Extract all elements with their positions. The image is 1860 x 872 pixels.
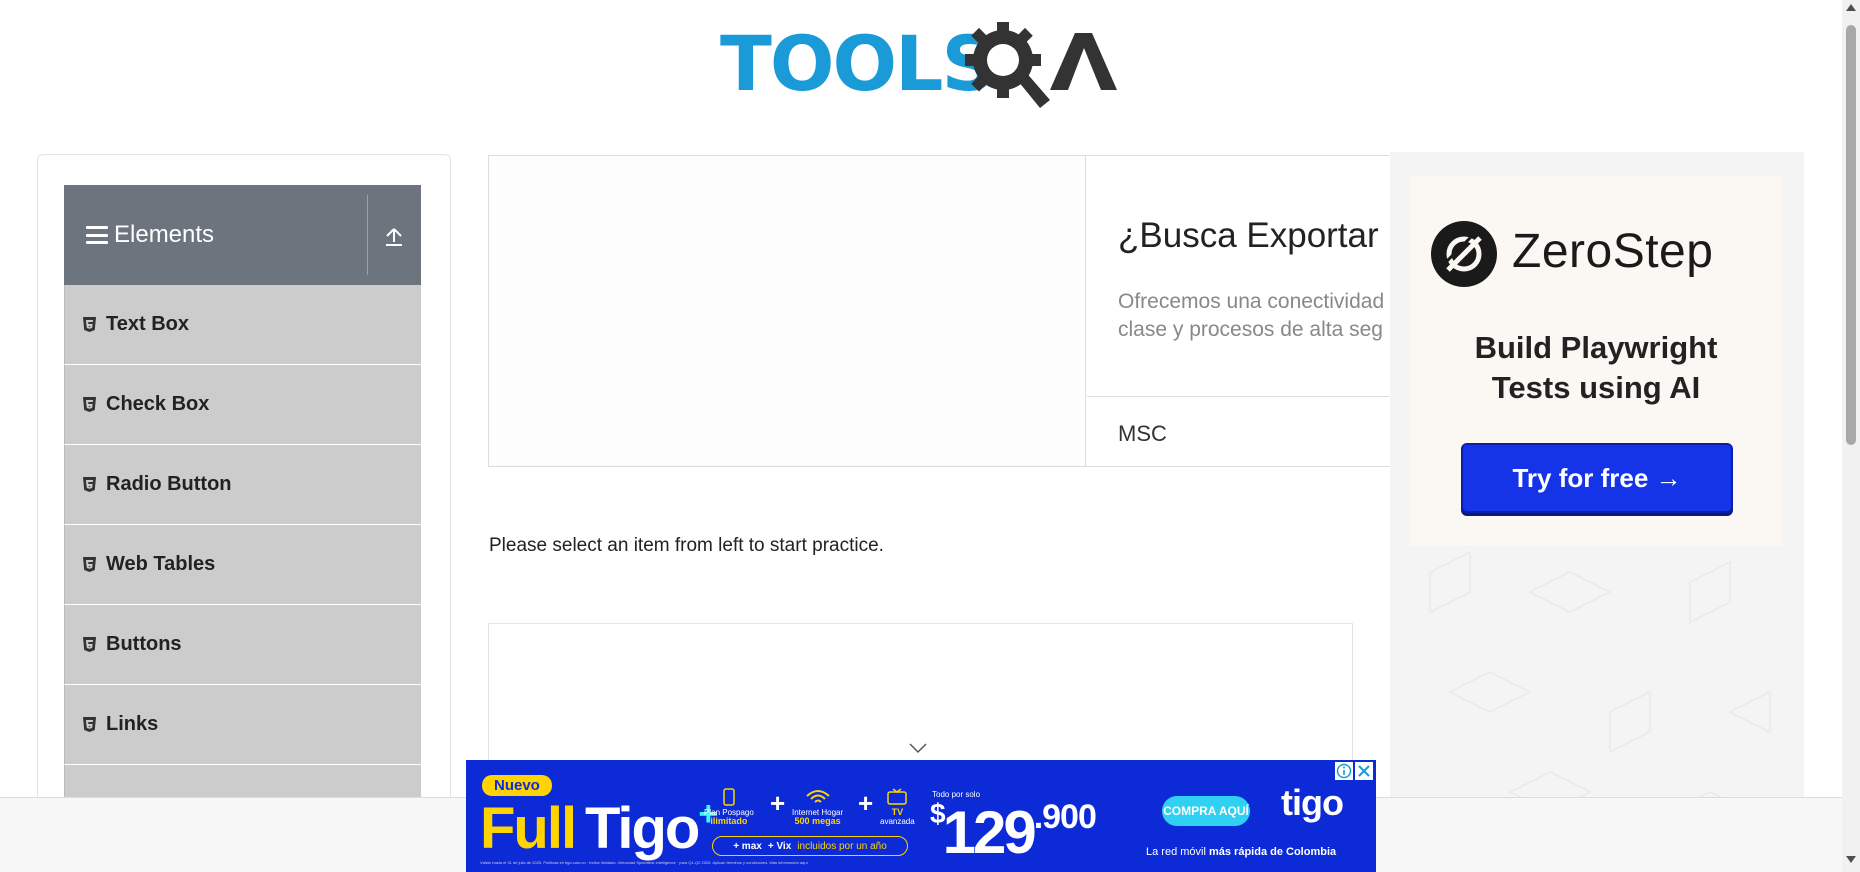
html5-icon — [83, 557, 96, 572]
elements-group-header[interactable]: Elements — [64, 185, 421, 285]
banner-tagline: La red móvil más rápida de Colombia — [1146, 846, 1336, 858]
collapse-arrow-icon[interactable] — [382, 225, 406, 249]
right-advertisement[interactable]: ZeroStep Build Playwright Tests using AI… — [1390, 152, 1804, 872]
toolsqa-logo[interactable]: TOOLS — [720, 18, 1125, 113]
bottom-banner-ad[interactable]: Nuevo Full Tigo+ Plan Pospago ilimitado +… — [466, 760, 1376, 872]
tv-icon — [887, 788, 908, 805]
sidebar-item-label: Text Box — [106, 313, 189, 335]
banner-fine-print: Válido hasta el 31 de julio de 2025. Pol… — [480, 860, 808, 865]
sidebar-item-radio-button[interactable]: Radio Button — [64, 445, 421, 525]
price-currency: $ — [930, 798, 945, 829]
tigo-logo: tigo — [1281, 782, 1344, 823]
ad-tagline-line: Build Playwright — [1474, 330, 1718, 365]
ad-tagline: Build Playwright Tests using AI — [1410, 328, 1782, 408]
logo-text-tools: TOOLS — [720, 19, 994, 108]
sidebar-item-label: Radio Button — [106, 473, 232, 495]
sidebar-item-label: Web Tables — [106, 553, 216, 575]
banner-feature-phone: Plan Pospago ilimitado — [704, 788, 754, 826]
banner-title: Full Tigo+ — [480, 795, 718, 862]
banner-title-full: Full — [480, 796, 577, 861]
top-advertisement[interactable]: ¿Busca Exportar Ofrecemos una conectivid… — [488, 155, 1393, 467]
html5-icon — [83, 717, 96, 732]
scroll-up-arrow-icon[interactable] — [1846, 4, 1856, 11]
banner-price: $129.900 — [930, 798, 1097, 867]
ad-image[interactable] — [489, 156, 1086, 466]
menu-icon — [86, 226, 108, 244]
ad-brand-name: ZeroStep — [1512, 225, 1714, 278]
banner-feature-bold: ilimitado — [710, 816, 748, 826]
price-cents: .900 — [1033, 798, 1097, 836]
page: TOOLS Elements Text Box Check Box Radio … — [0, 0, 1860, 872]
scrollbar-thumb[interactable] — [1846, 25, 1856, 445]
ad-headline[interactable]: ¿Busca Exportar — [1118, 216, 1379, 256]
banner-title-tigo: Tigo+ — [585, 795, 718, 862]
scroll-down-arrow-icon[interactable] — [1846, 856, 1856, 863]
html5-icon — [83, 637, 96, 652]
html5-icon — [83, 397, 96, 412]
zerostep-logo-icon — [1431, 221, 1497, 287]
sidebar-item-links[interactable]: Links — [64, 685, 421, 765]
vertical-scrollbar[interactable] — [1842, 0, 1860, 872]
banner-feature-bold: 500 megas — [794, 816, 841, 826]
streaming-included: incluidos por un año — [797, 840, 887, 852]
chevron-down-icon[interactable] — [908, 742, 928, 754]
banner-feature-text: avanzada — [880, 817, 915, 826]
html5-icon — [83, 477, 96, 492]
sidebar-item-text-box[interactable]: Text Box — [64, 285, 421, 365]
plus-icon: + — [858, 788, 874, 818]
try-for-free-button[interactable]: Try for free → — [1461, 443, 1733, 513]
group-title: Elements — [114, 221, 215, 248]
close-icon[interactable] — [1355, 762, 1373, 780]
phone-icon — [723, 788, 735, 806]
sidebar-item-web-tables[interactable]: Web Tables — [64, 525, 421, 605]
html5-icon — [83, 317, 96, 332]
banner-badge: Nuevo — [482, 775, 552, 796]
ad-brand[interactable]: MSC — [1118, 421, 1167, 447]
ad-body: Ofrecemos una conectividad clase y proce… — [1118, 290, 1385, 341]
streaming-vix: + Vix — [767, 840, 792, 852]
logo-letter-a — [1050, 33, 1117, 90]
header-divider — [367, 195, 368, 275]
sidebar-item-label: Check Box — [106, 393, 210, 415]
sidebar-item-label: Links — [106, 713, 159, 735]
instruction-text: Please select an item from left to start… — [489, 535, 884, 556]
sidebar-item-buttons[interactable]: Buttons — [64, 605, 421, 685]
ad-tagline-line: Tests using AI — [1491, 370, 1701, 405]
sidebar-item-check-box[interactable]: Check Box — [64, 365, 421, 445]
streaming-max: + max — [733, 840, 762, 852]
banner-feature-internet: Internet Hogar 500 megas — [792, 788, 843, 826]
banner-feature-tv: TV avanzada — [880, 788, 915, 826]
tagline-text: La red móvil — [1146, 846, 1209, 858]
sidebar-menu: Text Box Check Box Radio Button Web Tabl… — [64, 285, 421, 845]
wifi-icon — [805, 790, 830, 803]
price-main: 129 — [942, 799, 1037, 866]
plus-icon: + — [770, 788, 786, 818]
buy-here-button[interactable]: COMPRA AQUÍ — [1162, 796, 1250, 826]
banner-tigo-word: Tigo — [585, 796, 700, 861]
ad-info-icon[interactable] — [1335, 762, 1353, 780]
tagline-bold: más rápida de Colombia — [1208, 846, 1337, 858]
sidebar-item-label: Buttons — [106, 633, 182, 655]
banner-feature-bold: TV — [891, 807, 904, 817]
banner-streaming-pill: + max + Vix incluidos por un año — [712, 836, 908, 856]
ad-divider — [1087, 396, 1392, 397]
